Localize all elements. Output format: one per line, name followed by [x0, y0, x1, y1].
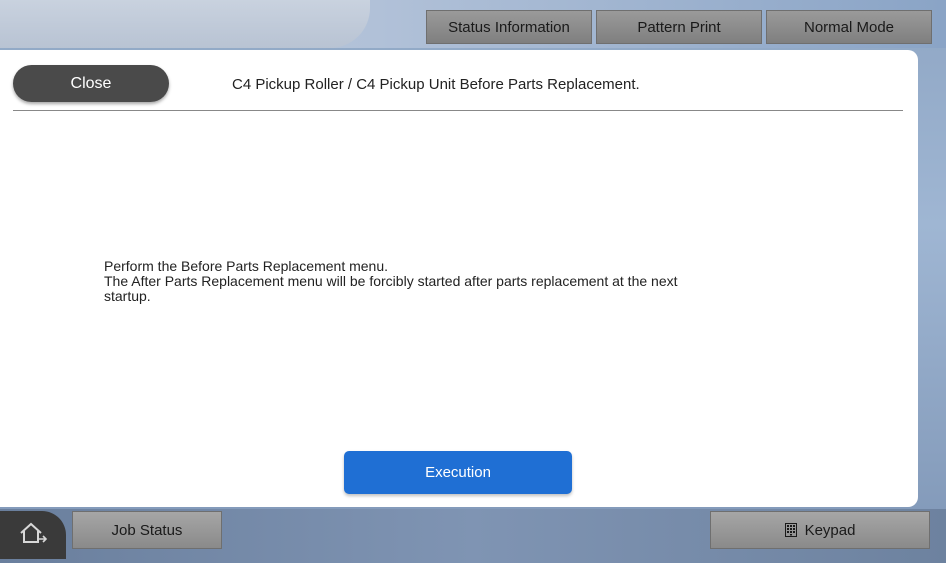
top-left-decoration	[0, 0, 370, 48]
dialog-panel: Close C4 Pickup Roller / C4 Pickup Unit …	[0, 50, 918, 507]
page-title: C4 Pickup Roller / C4 Pickup Unit Before…	[232, 76, 640, 93]
tab-pattern-print[interactable]: Pattern Print	[596, 10, 762, 44]
tab-normal-mode[interactable]: Normal Mode	[766, 10, 932, 44]
bottom-bar: Job Status Keypad	[0, 509, 946, 563]
top-bar: Status Information Pattern Print Normal …	[0, 0, 946, 48]
keypad-icon	[784, 523, 797, 537]
message-line: Perform the Before Parts Replacement men…	[104, 258, 389, 274]
tab-status-information[interactable]: Status Information	[426, 10, 592, 44]
execution-button[interactable]: Execution	[344, 451, 572, 494]
close-button[interactable]: Close	[13, 65, 169, 102]
message-line: startup.	[104, 288, 151, 304]
home-button[interactable]	[0, 511, 66, 559]
keypad-button[interactable]: Keypad	[710, 511, 930, 549]
home-icon	[18, 521, 48, 550]
message-line: The After Parts Replacement menu will be…	[104, 273, 678, 289]
keypad-label: Keypad	[804, 521, 856, 539]
message-text: Perform the Before Parts Replacement men…	[104, 259, 824, 304]
divider	[13, 110, 903, 111]
job-status-button[interactable]: Job Status	[72, 511, 222, 549]
